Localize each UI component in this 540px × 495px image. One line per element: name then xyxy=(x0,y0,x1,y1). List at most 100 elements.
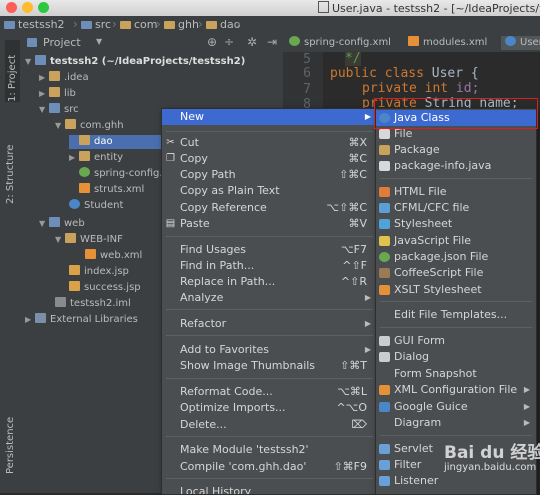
submenu-item-gui-form[interactable]: GUI Form xyxy=(376,333,536,349)
menu-item-make-module[interactable]: Make Module 'testssh2' xyxy=(162,442,377,458)
structure-tool-tab[interactable]: 2: Structure xyxy=(5,134,16,204)
submenu-item-cfml-file[interactable]: CFML/CFC file xyxy=(376,200,536,216)
zoom-window-button[interactable] xyxy=(38,2,49,13)
context-menu: New ▶ ✂ Cut ⌘X ❐ Copy ⌘C Copy Path ⇧⌘C Copy as… xyxy=(161,108,378,495)
expand-arrow-icon[interactable]: ▼ xyxy=(39,217,49,231)
menu-item-copy-plain-text[interactable]: Copy as Plain Text xyxy=(162,183,377,199)
menu-separator xyxy=(166,335,373,336)
tab-modules-xml[interactable]: modules.xml xyxy=(408,36,487,50)
java-class-icon xyxy=(69,199,80,209)
expand-arrow-icon[interactable]: ▼ xyxy=(39,103,49,117)
minimize-window-button[interactable] xyxy=(22,2,33,13)
submenu-item-package[interactable]: Package xyxy=(376,142,536,158)
expand-arrow-icon[interactable]: ▼ xyxy=(55,233,65,247)
collapsed-arrow-icon[interactable]: ▶ xyxy=(39,87,49,101)
dialog-icon xyxy=(379,352,390,362)
chevron-down-icon[interactable]: ▼ xyxy=(96,37,102,46)
tree-item-web-xml[interactable]: web.xml xyxy=(75,249,142,263)
menu-item-analyze[interactable]: Analyze ▶ xyxy=(162,290,377,306)
submenu-item-dialog[interactable]: Dialog xyxy=(376,349,536,365)
source-folder-icon xyxy=(81,21,92,29)
highlight-annotation-box xyxy=(374,98,538,129)
jsp-icon xyxy=(69,281,80,291)
menu-item-optimize-imports[interactable]: Optimize Imports... ^⌥O xyxy=(162,400,377,416)
gear-icon[interactable]: ✲ xyxy=(247,35,257,49)
menu-item-find-usages[interactable]: Find Usages ⌥F7 xyxy=(162,242,377,258)
menu-item-replace-in-path[interactable]: Replace in Path... ^⇧R xyxy=(162,274,377,290)
menu-separator xyxy=(380,301,532,302)
submenu-item-coffeescript[interactable]: CoffeeScript File xyxy=(376,265,536,281)
sync-icon[interactable]: ⊕ xyxy=(207,35,217,49)
submenu-item-package-info[interactable]: package-info.java xyxy=(376,158,536,174)
web-folder-icon xyxy=(49,217,60,227)
breadcrumb-separator: › xyxy=(236,17,241,31)
menu-item-add-to-favorites[interactable]: Add to Favorites ▶ xyxy=(162,342,377,358)
tree-item-student[interactable]: Student xyxy=(59,199,123,213)
submenu-item-diagram[interactable]: Diagram ▶ xyxy=(376,415,536,431)
tree-item-success-jsp[interactable]: success.jsp xyxy=(59,281,141,295)
code-line-6: public class User { xyxy=(330,66,479,81)
submenu-item-xslt[interactable]: XSLT Stylesheet xyxy=(376,282,536,298)
menu-item-compile[interactable]: Compile 'com.ghh.dao' ⇧⌘F9 xyxy=(162,459,377,475)
collapsed-arrow-icon[interactable]: ▶ xyxy=(69,151,79,165)
css-file-icon xyxy=(379,219,390,229)
expand-arrow-icon[interactable]: ▼ xyxy=(55,119,65,133)
collapsed-arrow-icon[interactable]: ▶ xyxy=(39,71,49,85)
project-panel-header: Project ▼ ⊕ ÷ ✲ ⇥ xyxy=(21,34,283,53)
menu-item-delete[interactable]: Delete... ⌦ xyxy=(162,417,377,433)
tab-spring-config[interactable]: spring-config.xml xyxy=(289,36,391,50)
menu-item-new[interactable]: New ▶ xyxy=(162,109,377,125)
java-file-icon xyxy=(318,1,329,13)
menu-item-copy[interactable]: ❐ Copy ⌘C xyxy=(162,151,377,167)
tree-item-entity[interactable]: ▶ entity xyxy=(69,151,123,165)
menu-item-find-in-path[interactable]: Find in Path... ^⇧F xyxy=(162,258,377,274)
breadcrumb-ghh[interactable]: ghh xyxy=(164,18,199,32)
collapsed-arrow-icon[interactable]: ▶ xyxy=(25,313,35,327)
menu-item-cut[interactable]: ✂ Cut ⌘X xyxy=(162,135,377,151)
tab-user[interactable]: User xyxy=(501,36,540,50)
submenu-item-edit-file-templates[interactable]: Edit File Templates... xyxy=(376,307,536,323)
hide-panel-icon[interactable]: ⇥ xyxy=(267,35,277,49)
submenu-item-stylesheet[interactable]: Stylesheet xyxy=(376,216,536,232)
tree-item-com-ghh[interactable]: ▼ com.ghh xyxy=(55,119,124,133)
tree-item-web[interactable]: ▼ web xyxy=(39,217,85,231)
collapse-all-icon[interactable]: ÷ xyxy=(224,35,234,49)
source-folder-icon xyxy=(49,103,60,113)
xml-icon xyxy=(379,385,390,395)
persistence-tool-tab[interactable]: Persistence xyxy=(5,404,16,474)
menu-item-copy-reference[interactable]: Copy Reference ⌥⇧⌘C xyxy=(162,200,377,216)
menu-item-refactor[interactable]: Refactor ▶ xyxy=(162,316,377,332)
breadcrumb-testssh2[interactable]: testssh2 xyxy=(4,18,65,32)
expand-arrow-icon[interactable]: ▼ xyxy=(25,55,35,69)
tree-item-src[interactable]: ▼ src xyxy=(39,103,79,117)
breadcrumb-src[interactable]: src xyxy=(81,18,111,32)
menu-separator xyxy=(380,327,532,328)
menu-item-copy-path[interactable]: Copy Path ⇧⌘C xyxy=(162,167,377,183)
tree-item-dao-selected[interactable]: dao xyxy=(69,135,163,149)
menu-separator xyxy=(166,131,373,132)
close-window-button[interactable] xyxy=(6,2,17,13)
submenu-item-google-guice[interactable]: Google Guice ▶ xyxy=(376,399,536,415)
tree-item-iml[interactable]: testssh2.iml xyxy=(45,297,131,311)
project-tool-tab[interactable]: 1: Project xyxy=(5,40,20,102)
project-view-selector[interactable]: Project xyxy=(43,36,81,49)
submenu-item-xml-configuration[interactable]: XML Configuration File ▶ xyxy=(376,382,536,398)
submenu-item-form-snapshot[interactable]: Form Snapshot xyxy=(376,366,536,382)
menu-item-reformat-code[interactable]: Reformat Code... ⌥⌘L xyxy=(162,384,377,400)
menu-item-paste[interactable]: ▤ Paste ⌘V xyxy=(162,216,377,232)
tree-item-testssh2[interactable]: ▼ testssh2 (~/IdeaProjects/testssh2) xyxy=(25,55,245,69)
tree-item-web-inf[interactable]: ▼ WEB-INF xyxy=(55,233,123,247)
submenu-item-package-json[interactable]: package.json File xyxy=(376,249,536,265)
breadcrumb-com[interactable]: com xyxy=(120,18,158,32)
package-icon xyxy=(79,151,90,161)
breadcrumb-separator: › xyxy=(112,17,117,31)
tree-item-external-libraries[interactable]: ▶ External Libraries xyxy=(25,313,138,327)
listener-icon xyxy=(379,476,390,486)
tree-item-idea[interactable]: ▶ .idea xyxy=(39,71,89,85)
menu-item-show-image-thumbnails[interactable]: Show Image Thumbnails ⇧⌘T xyxy=(162,358,377,374)
tree-item-index-jsp[interactable]: index.jsp xyxy=(59,265,129,279)
tree-item-lib[interactable]: ▶ lib xyxy=(39,87,76,101)
tree-item-struts-xml[interactable]: struts.xml xyxy=(69,183,144,197)
submenu-item-html-file[interactable]: HTML File xyxy=(376,184,536,200)
submenu-item-javascript-file[interactable]: JavaScript File xyxy=(376,233,536,249)
